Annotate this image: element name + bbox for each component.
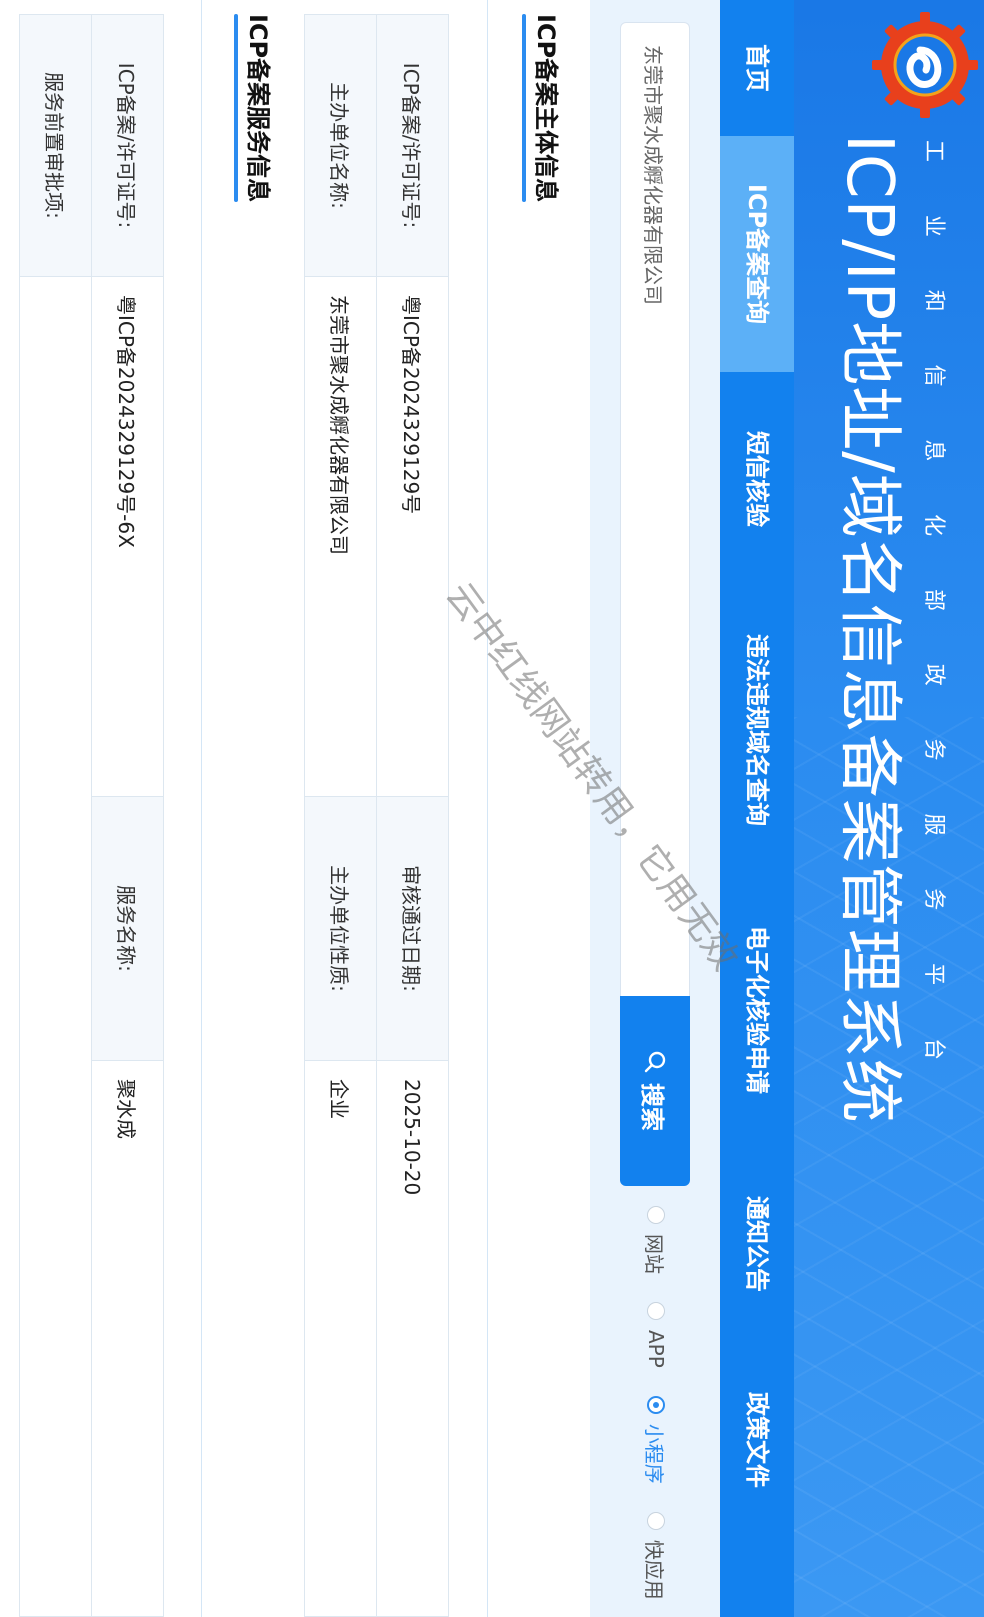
- table-row: ICP备案/许可证号: 粤ICP备2024329129号-6X 服务名称: 聚水…: [91, 14, 164, 1617]
- section-divider: [487, 0, 488, 1617]
- org-name: 工 业 和 信 息 化 部 政 务 服 务 平 台: [920, 140, 946, 1060]
- table-row: 主办单位名称: 东莞市聚水成孵化器有限公司 主办单位性质: 企业: [304, 14, 377, 1617]
- miit-logo-icon: [872, 12, 978, 118]
- radio-label: APP: [644, 1330, 668, 1368]
- license-value: 粤ICP备2024329129号: [376, 276, 449, 797]
- org-name-char: 政: [921, 663, 946, 686]
- subject-section-title: ICP备案主体信息: [526, 14, 566, 202]
- org-name-char: 服: [921, 813, 946, 836]
- radio-quick-app[interactable]: 快应用: [642, 1511, 671, 1600]
- radio-indicator: [647, 1206, 665, 1224]
- search-button-label: 搜索: [638, 1083, 667, 1131]
- org-name-value: 东莞市聚水成孵化器有限公司: [304, 276, 377, 797]
- org-name-label: 主办单位名称:: [304, 14, 377, 277]
- search-icon: [644, 1051, 666, 1073]
- service-section-title: ICP备案服务信息: [238, 14, 278, 202]
- org-name-char: 信: [921, 364, 946, 387]
- pre-approval-label: 服务前置审批项:: [19, 14, 92, 277]
- org-name-char: 务: [921, 888, 946, 911]
- section-divider: [201, 0, 202, 1617]
- system-title: ICP/IP地址/域名信息备案管理系统: [832, 134, 906, 1124]
- org-name-char: 息: [921, 439, 946, 462]
- org-name-char: 务: [921, 738, 946, 761]
- service-name-label: 服务名称:: [91, 796, 164, 1061]
- nav-item-sms-verify[interactable]: 短信核验: [720, 372, 794, 586]
- org-name-char: 工: [921, 140, 946, 163]
- radio-app[interactable]: APP: [644, 1302, 668, 1368]
- page: 工 业 和 信 息 化 部 政 务 服 务 平 台 ICP/IP地址/域名信息备…: [0, 0, 984, 1617]
- radio-website[interactable]: 网站: [642, 1206, 671, 1274]
- table-row: ICP备案/许可证号: 粤ICP备2024329129号 审核通过日期: 202…: [376, 14, 449, 1617]
- nav-item-home[interactable]: 首页: [720, 0, 794, 136]
- radio-label: 快应用: [642, 1539, 667, 1600]
- search-input[interactable]: [620, 22, 690, 996]
- radio-indicator: [647, 1511, 665, 1530]
- site-header: 工 业 和 信 息 化 部 政 务 服 务 平 台 ICP/IP地址/域名信息备…: [794, 0, 984, 1617]
- org-nature-label: 主办单位性质:: [304, 796, 377, 1061]
- radio-indicator: [647, 1302, 665, 1320]
- license-label: ICP备案/许可证号:: [376, 14, 449, 277]
- org-name-char: 平: [921, 963, 946, 986]
- radio-label: 小程序: [642, 1423, 667, 1484]
- approval-date-value: 2025-10-20: [376, 1060, 449, 1617]
- service-license-label: ICP备案/许可证号:: [91, 14, 164, 277]
- approval-date-label: 审核通过日期:: [376, 796, 449, 1061]
- nav-item-notices[interactable]: 通知公告: [720, 1146, 794, 1342]
- nav-item-icp-query[interactable]: ICP备案查询: [720, 136, 794, 372]
- search-button[interactable]: 搜索: [620, 996, 690, 1186]
- org-name-char: 部: [921, 588, 946, 611]
- nav-item-e-verify-apply[interactable]: 电子化核验申请: [720, 874, 794, 1146]
- org-name-char: 台: [921, 1037, 946, 1060]
- pre-approval-value: [19, 276, 92, 1617]
- table-row: 服务前置审批项:: [19, 14, 92, 1617]
- org-name-char: 和: [921, 289, 946, 312]
- org-name-char: 业: [921, 214, 946, 237]
- service-info-table: ICP备案/许可证号: 粤ICP备2024329129号-6X 服务名称: 聚水…: [19, 14, 164, 1617]
- org-nature-value: 企业: [304, 1060, 377, 1617]
- subject-info-table: ICP备案/许可证号: 粤ICP备2024329129号 审核通过日期: 202…: [304, 14, 449, 1617]
- org-name-char: 化: [921, 514, 946, 537]
- main-nav: 首页 ICP备案查询 短信核验 违法违规域名查询 电子化核验申请 通知公告 政策…: [720, 0, 794, 1617]
- search-type-radio-group: 网站 APP 小程序 快应用: [626, 1206, 686, 1617]
- search-bar: 搜索 网站 APP 小程序 快应用: [590, 0, 720, 1617]
- service-name-value: 聚水成: [91, 1060, 164, 1617]
- radio-label: 网站: [642, 1234, 667, 1274]
- nav-item-illegal-domain-query[interactable]: 违法违规域名查询: [720, 586, 794, 874]
- radio-indicator: [647, 1395, 665, 1414]
- service-license-value: 粤ICP备2024329129号-6X: [91, 276, 164, 797]
- radio-mini-program[interactable]: 小程序: [642, 1395, 671, 1484]
- nav-item-policy-docs[interactable]: 政策文件: [720, 1342, 794, 1538]
